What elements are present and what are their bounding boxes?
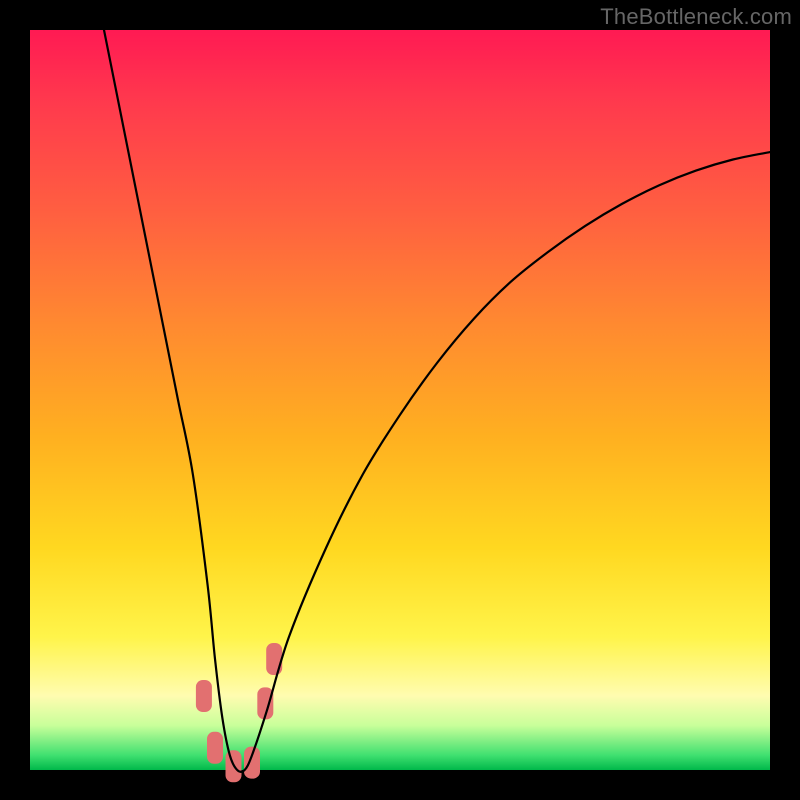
threshold-marker <box>266 643 282 675</box>
threshold-marker <box>244 747 260 779</box>
plot-area <box>30 30 770 770</box>
bottleneck-curve-path <box>104 30 770 772</box>
threshold-marker <box>207 732 223 764</box>
chart-frame: TheBottleneck.com <box>0 0 800 800</box>
markers-group <box>196 643 282 782</box>
curve-svg <box>30 30 770 770</box>
watermark-text: TheBottleneck.com <box>600 4 792 30</box>
threshold-marker <box>196 680 212 712</box>
